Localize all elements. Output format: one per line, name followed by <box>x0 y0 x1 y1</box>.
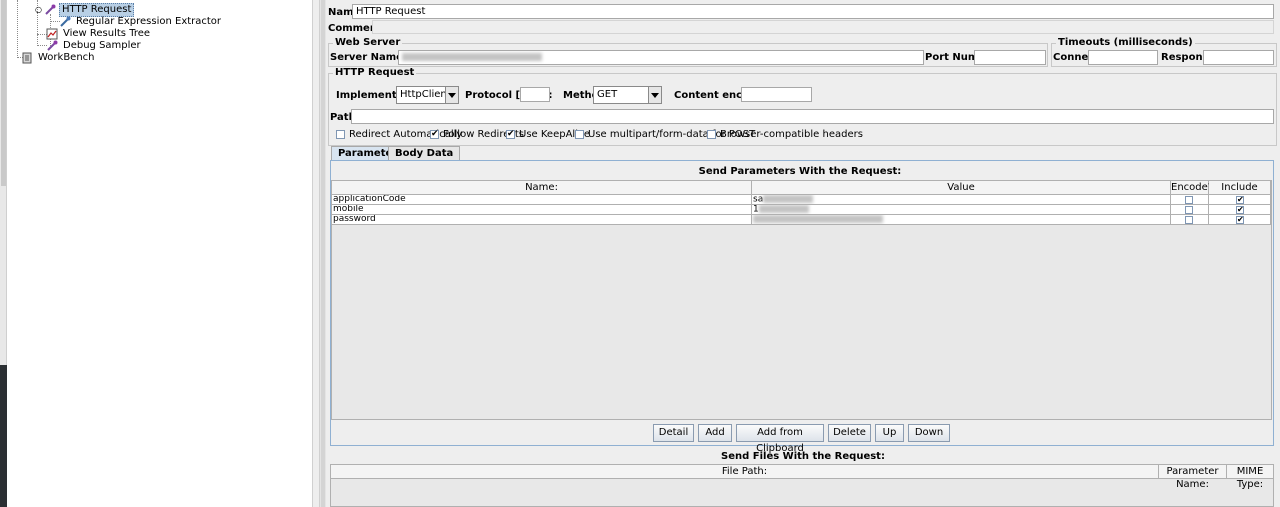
encode-cell[interactable] <box>1171 205 1209 215</box>
checkbox-box[interactable]: ✔ <box>430 130 439 139</box>
include-equals-cell[interactable]: ✔ <box>1209 205 1271 215</box>
browser-compatible-headers-checkbox[interactable]: Browser-compatible headers <box>707 129 863 140</box>
chevron-down-icon[interactable] <box>648 87 661 103</box>
method-value: GET <box>597 89 618 100</box>
split-pane-divider[interactable] <box>312 0 320 507</box>
path-field[interactable] <box>351 109 1274 124</box>
tree-item-http-request[interactable]: ○ HTTP Request <box>35 3 135 17</box>
tree-item-label: HTTP Request <box>59 3 135 17</box>
column-header-encode[interactable]: Encode? <box>1171 181 1213 195</box>
detail-button[interactable]: Detail <box>653 424 694 442</box>
param-name-cell[interactable]: applicationCode <box>332 195 752 205</box>
checkbox-box[interactable] <box>336 130 345 139</box>
tab-body-data[interactable]: Body Data <box>388 146 461 161</box>
encode-checkbox[interactable] <box>1185 206 1193 214</box>
params-title: Send Parameters With the Request: <box>698 166 902 177</box>
pipette-icon <box>44 4 56 16</box>
tree-item-label: Debug Sampler <box>63 40 141 51</box>
column-header-parameter-name[interactable]: Parameter Name: <box>1159 465 1227 490</box>
include-equals-cell[interactable]: ✔ <box>1209 215 1271 225</box>
add-button[interactable]: Add <box>698 424 732 442</box>
param-name-cell[interactable]: password <box>332 215 752 225</box>
encode-cell[interactable] <box>1171 195 1209 205</box>
port-field[interactable] <box>974 50 1046 65</box>
include-equals-checkbox[interactable]: ✔ <box>1236 196 1244 204</box>
connect-field[interactable] <box>1088 50 1158 65</box>
encode-checkbox[interactable] <box>1185 216 1193 224</box>
down-button[interactable]: Down <box>908 424 950 442</box>
http-request-title: HTTP Request <box>333 67 417 78</box>
expand-toggle-icon[interactable]: ○ <box>35 4 42 16</box>
files-title: Send Files With the Request: <box>721 451 885 462</box>
server-field[interactable] <box>398 50 924 65</box>
param-value-cell[interactable] <box>752 215 1171 225</box>
up-button[interactable]: Up <box>875 424 904 442</box>
workbench-icon <box>21 52 33 64</box>
encode-cell[interactable] <box>1171 215 1209 225</box>
pipette-icon <box>59 16 71 28</box>
tree-item-workbench[interactable]: WorkBench <box>21 52 97 64</box>
pipette-icon <box>46 40 58 52</box>
timeouts-title: Timeouts (milliseconds) <box>1056 37 1195 48</box>
tree-item-debug-sampler[interactable]: Debug Sampler <box>46 40 143 52</box>
include-equals-checkbox[interactable]: ✔ <box>1236 206 1244 214</box>
include-equals-checkbox[interactable]: ✔ <box>1236 216 1244 224</box>
table-row[interactable]: mobile 1 ✔ <box>332 205 1271 215</box>
param-name-cell[interactable]: mobile <box>332 205 752 215</box>
comments-field[interactable] <box>372 20 1274 34</box>
parameters-table[interactable]: Name: Value Encode? Include Equals? appl… <box>331 180 1272 420</box>
table-row[interactable]: password ✔ <box>332 215 1271 225</box>
test-plan-tree: ○ HTTP Request Regular Expression Extrac… <box>7 0 312 507</box>
files-table[interactable]: File Path: Parameter Name: MIME Type: <box>330 464 1274 507</box>
checkbox-box[interactable] <box>707 130 716 139</box>
left-scrollbar[interactable] <box>0 0 7 507</box>
response-field[interactable] <box>1203 50 1274 65</box>
protocol-field[interactable] <box>520 87 550 102</box>
checkbox-box[interactable]: ✔ <box>506 130 515 139</box>
tree-item-label: View Results Tree <box>63 28 151 39</box>
delete-button[interactable]: Delete <box>828 424 871 442</box>
left-dark-area <box>0 365 7 507</box>
include-equals-cell[interactable]: ✔ <box>1209 195 1271 205</box>
chevron-down-icon[interactable] <box>445 87 458 103</box>
param-value-cell[interactable]: 1 <box>752 205 1171 215</box>
column-header-include-equals[interactable]: Include Equals? <box>1209 181 1271 206</box>
checkbox-box[interactable] <box>575 130 584 139</box>
tree-item-regex-extractor[interactable]: Regular Expression Extractor <box>59 16 223 28</box>
encode-checkbox[interactable] <box>1185 196 1193 204</box>
name-field[interactable]: HTTP Request <box>352 4 1274 19</box>
tree-item-label: WorkBench <box>38 52 95 63</box>
left-scrollbar-thumb[interactable] <box>1 0 6 186</box>
web-server-title: Web Server <box>333 37 403 48</box>
column-header-value[interactable]: Value <box>752 181 1171 195</box>
param-value-cell[interactable]: sa <box>752 195 1171 205</box>
implementation-select[interactable]: HttpClient4 <box>396 86 459 104</box>
content-encoding-field[interactable] <box>741 87 812 102</box>
column-header-file-path[interactable]: File Path: <box>331 465 1159 479</box>
checkbox-label: Browser-compatible headers <box>720 129 863 140</box>
add-from-clipboard-button[interactable]: Add from Clipboard <box>736 424 824 454</box>
chart-icon <box>46 28 58 40</box>
column-header-mime-type[interactable]: MIME Type: <box>1227 465 1273 490</box>
column-header-name[interactable]: Name: <box>332 181 752 195</box>
tree-item-label: Regular Expression Extractor <box>76 16 222 27</box>
param-value-text: sa <box>753 195 764 205</box>
table-row[interactable]: applicationCode sa ✔ <box>332 195 1271 205</box>
tree-item-view-results-tree[interactable]: View Results Tree <box>46 28 152 40</box>
method-select[interactable]: GET <box>593 86 662 104</box>
